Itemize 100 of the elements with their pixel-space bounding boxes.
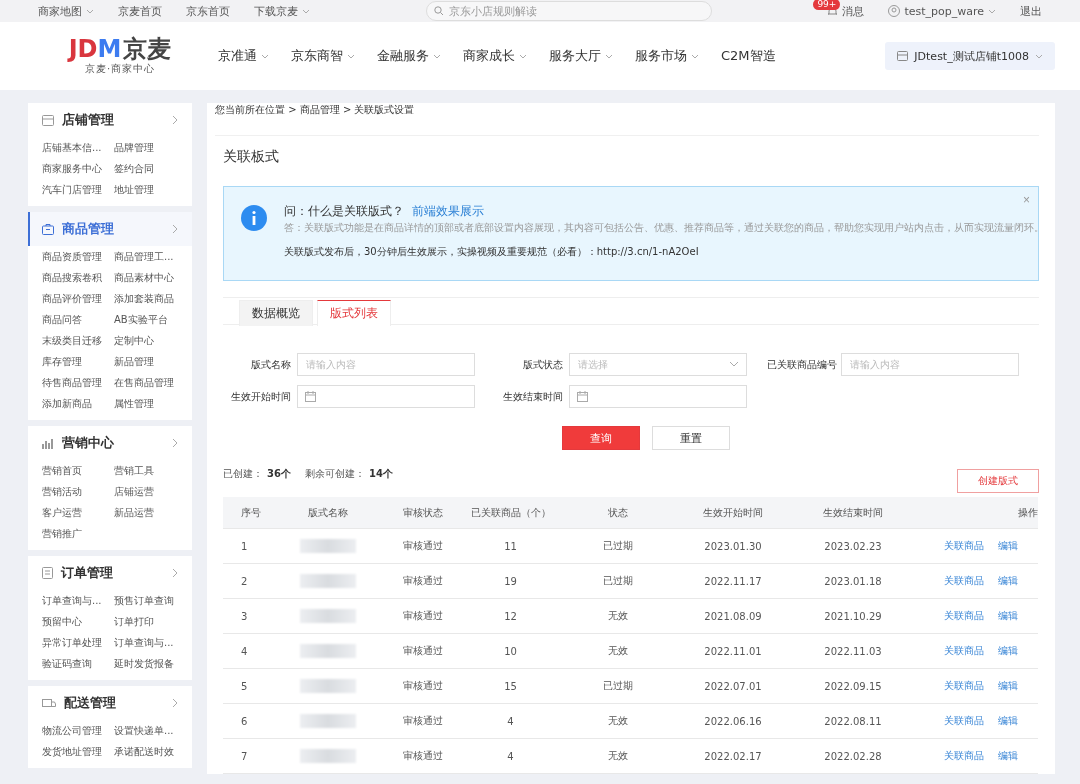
- nav-item[interactable]: 金融服务: [377, 47, 441, 65]
- notice-answer: 答：关联版式功能是在商品详情的顶部或者底部设置内容展现，其内容可包括公告、优惠、推荐商品等，通过关联您的商品，帮助您实现用户站内点击，从而实现流量闭环。: [284, 221, 1044, 235]
- search-field[interactable]: 京东小店规则解读: [425, 1, 712, 21]
- sidebar-section[interactable]: 商品管理: [28, 212, 192, 246]
- action-link[interactable]: 编辑: [998, 714, 1018, 728]
- sidebar-item[interactable]: 商品评价管理: [42, 291, 114, 306]
- sidebar-item[interactable]: 商品搜索卷积: [42, 270, 114, 285]
- sidebar-item[interactable]: 在售商品管理: [114, 375, 186, 390]
- nav-item[interactable]: C2M智造: [721, 47, 776, 65]
- calendar-icon: [305, 391, 316, 402]
- chevron-right-icon: [172, 224, 178, 234]
- select-field[interactable]: 请选择: [569, 353, 747, 376]
- sidebar-item[interactable]: 客户运营: [42, 505, 114, 520]
- sidebar-item[interactable]: 营销首页: [42, 463, 114, 478]
- table-cell-text: 审核通过: [402, 644, 444, 658]
- sidebar-item[interactable]: 承诺配送时效: [114, 744, 186, 759]
- tab[interactable]: 版式列表: [317, 300, 391, 326]
- tab[interactable]: 数据概览: [239, 300, 313, 326]
- sidebar-item[interactable]: 订单查询与...: [42, 593, 114, 608]
- reset-button[interactable]: 重置: [652, 426, 730, 450]
- blurred-name: [300, 714, 356, 728]
- table-cell-text: 2021.08.09: [703, 610, 763, 622]
- sidebar-item[interactable]: 物流公司管理: [42, 723, 114, 738]
- action-link[interactable]: 关联商品: [944, 539, 984, 553]
- action-link[interactable]: 关联商品: [944, 749, 984, 763]
- sidebar-item[interactable]: 商家服务中心: [42, 161, 114, 176]
- create-button[interactable]: 创建版式: [957, 469, 1039, 493]
- action-link[interactable]: 关联商品: [944, 679, 984, 693]
- query-button[interactable]: 查询: [562, 426, 640, 450]
- action-link[interactable]: 编辑: [998, 644, 1018, 658]
- page-title: 关联板式: [223, 147, 280, 166]
- nav-item[interactable]: 京东商智: [291, 47, 355, 65]
- caret-icon: [302, 8, 310, 14]
- top-link[interactable]: 京东首页: [186, 3, 230, 19]
- sidebar-item[interactable]: 店铺运营: [114, 484, 186, 499]
- top-link[interactable]: 下载京麦: [254, 3, 310, 19]
- sidebar-item[interactable]: 预留中心: [42, 614, 114, 629]
- sidebar-item[interactable]: 设置快递单...: [114, 723, 186, 738]
- sidebar-item[interactable]: 订单查询与...: [114, 635, 186, 650]
- sidebar-item[interactable]: 营销工具: [114, 463, 186, 478]
- sidebar-item[interactable]: 营销推广: [42, 526, 114, 541]
- table-cell-text: 10: [503, 645, 518, 657]
- sidebar-item[interactable]: 新品管理: [114, 354, 186, 369]
- sidebar-item[interactable]: 商品素材中心: [114, 270, 186, 285]
- action-link[interactable]: 编辑: [998, 679, 1018, 693]
- sidebar-item[interactable]: 待售商品管理: [42, 375, 114, 390]
- preview-link[interactable]: 前端效果展示: [412, 203, 484, 219]
- sidebar-item[interactable]: 订单打印: [114, 614, 186, 629]
- action-link[interactable]: 关联商品: [944, 609, 984, 623]
- action-link[interactable]: 编辑: [998, 574, 1018, 588]
- date-field[interactable]: [297, 385, 475, 408]
- table-cell-text: 2023.01.18: [823, 575, 883, 587]
- sidebar-item[interactable]: 发货地址管理: [42, 744, 114, 759]
- sidebar-item[interactable]: 商品资质管理: [42, 249, 114, 264]
- sidebar-item[interactable]: 末级类目迁移: [42, 333, 114, 348]
- action-link[interactable]: 编辑: [998, 749, 1018, 763]
- sidebar-item[interactable]: 汽车门店管理: [42, 182, 114, 197]
- logout-link[interactable]: 退出: [1020, 3, 1042, 19]
- sidebar-item[interactable]: 异常订单处理: [42, 635, 114, 650]
- sidebar-item[interactable]: 营销活动: [42, 484, 114, 499]
- action-link[interactable]: 关联商品: [944, 644, 984, 658]
- sidebar-item[interactable]: AB实验平台: [114, 312, 186, 327]
- store-icon: [897, 51, 909, 61]
- table-cell-text: 2023.01.30: [703, 540, 763, 552]
- nav-item[interactable]: 服务市场: [635, 47, 699, 65]
- sidebar-item[interactable]: 定制中心: [114, 333, 186, 348]
- sidebar-item[interactable]: 延时发货报备: [114, 656, 186, 671]
- sidebar-item[interactable]: 新品运营: [114, 505, 186, 520]
- sidebar-item[interactable]: 店铺基本信...: [42, 140, 114, 155]
- date-field[interactable]: [569, 385, 747, 408]
- sidebar-item[interactable]: 属性管理: [114, 396, 186, 411]
- count-label: 剩余可创建：: [304, 468, 365, 479]
- action-link[interactable]: 关联商品: [944, 714, 984, 728]
- action-link[interactable]: 编辑: [998, 539, 1018, 553]
- input-field[interactable]: 请输入内容: [841, 353, 1019, 376]
- filter-label: 生效开始时间: [230, 389, 291, 404]
- sidebar-item[interactable]: 品牌管理: [114, 140, 186, 155]
- nav-item[interactable]: 服务大厅: [549, 47, 613, 65]
- sidebar-item[interactable]: 签约合同: [114, 161, 186, 176]
- action-link[interactable]: 编辑: [998, 609, 1018, 623]
- table-cell-text: 无效: [607, 749, 629, 763]
- sidebar-item[interactable]: 库存管理: [42, 354, 114, 369]
- sidebar-item[interactable]: 地址管理: [114, 182, 186, 197]
- sidebar-item[interactable]: 添加套装商品: [114, 291, 186, 306]
- sidebar-item[interactable]: 商品管理工...: [114, 249, 186, 264]
- action-link[interactable]: 关联商品: [944, 574, 984, 588]
- input-field[interactable]: 请输入内容: [297, 353, 475, 376]
- table-cell-text: 3: [240, 610, 249, 622]
- store-selector[interactable]: JDtest_测试店铺t1008: [885, 42, 1055, 70]
- user-menu[interactable]: test_pop_ware: [888, 4, 996, 18]
- sidebar-item[interactable]: 商品问答: [42, 312, 114, 327]
- sidebar-item[interactable]: 预售订单查询: [114, 593, 186, 608]
- logo[interactable]: JDM京麦: [68, 36, 172, 62]
- sidebar-item[interactable]: 验证码查询: [42, 656, 114, 671]
- top-link[interactable]: 商家地图: [38, 3, 94, 19]
- sidebar-item[interactable]: 添加新商品: [42, 396, 114, 411]
- top-link[interactable]: 京麦首页: [118, 3, 162, 19]
- nav-item[interactable]: 商家成长: [463, 47, 527, 65]
- nav-item[interactable]: 京准通: [218, 47, 269, 65]
- table-cell-text: 2022.02.17: [703, 750, 763, 762]
